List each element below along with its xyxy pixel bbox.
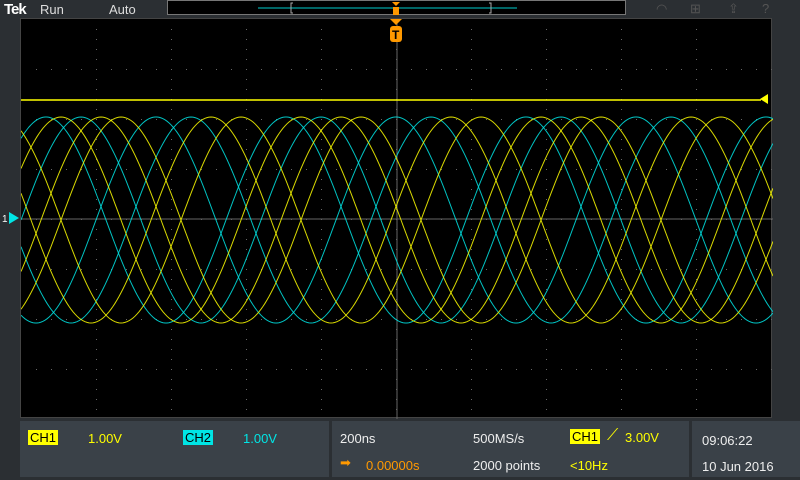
ch2-badge[interactable]: CH2	[183, 430, 214, 445]
trigger-position-marker[interactable]: T	[388, 18, 404, 44]
channel-panel[interactable]: CH1 1.00V CH2 1.00V	[20, 421, 329, 477]
clock-date: 10 Jun 2016	[702, 459, 774, 474]
help-icon[interactable]: ?	[762, 1, 769, 16]
time-scale[interactable]: 200ns	[340, 431, 375, 446]
overview-trigger-icon	[392, 2, 400, 15]
ch1-ground-marker[interactable]: 1	[0, 210, 20, 226]
export-icon[interactable]: ⇪	[728, 1, 739, 17]
run-state[interactable]: Run	[40, 2, 64, 17]
wifi-icon[interactable]: ◠	[656, 1, 667, 17]
horizontal-position[interactable]: 0.00000s	[366, 458, 420, 473]
waveform-display[interactable]	[20, 18, 774, 419]
record-overview[interactable]	[167, 0, 626, 15]
top-bar: Tek Run Auto ◠ ⊞ ⇪ ?	[0, 0, 800, 18]
tek-logo: Tek	[4, 1, 27, 18]
status-bar: CH1 1.00V CH2 1.00V 200ns ➡ 0.00000s 500…	[0, 419, 800, 480]
trigger-level[interactable]: 3.00V	[625, 430, 659, 445]
horizontal-trigger-panel[interactable]: 200ns ➡ 0.00000s 500MS/s 2000 points CH1…	[332, 421, 689, 477]
record-length[interactable]: 2000 points	[473, 458, 540, 473]
network-icon[interactable]: ⊞	[690, 1, 701, 17]
clock-panel: 09:06:22 10 Jun 2016	[692, 421, 800, 477]
graticule	[20, 19, 774, 419]
sample-rate: 500MS/s	[473, 431, 525, 446]
delay-arrow-icon: ➡	[340, 455, 351, 470]
trigger-mode[interactable]: Auto	[109, 2, 136, 17]
trigger-source[interactable]: CH1	[570, 429, 601, 444]
rising-edge-icon: ⟋	[607, 427, 619, 444]
trigger-frequency: <10Hz	[570, 458, 608, 473]
ch2-scale[interactable]: 1.00V	[243, 431, 277, 446]
ch1-scale[interactable]: 1.00V	[88, 431, 122, 446]
trigger-marker-label: T	[392, 28, 400, 42]
trigger-level-marker[interactable]	[758, 93, 770, 105]
overview-graphic	[258, 2, 517, 15]
ch1-badge[interactable]: CH1	[28, 430, 59, 445]
ch1-marker-label: 1	[2, 214, 8, 225]
clock-time: 09:06:22	[702, 433, 753, 448]
